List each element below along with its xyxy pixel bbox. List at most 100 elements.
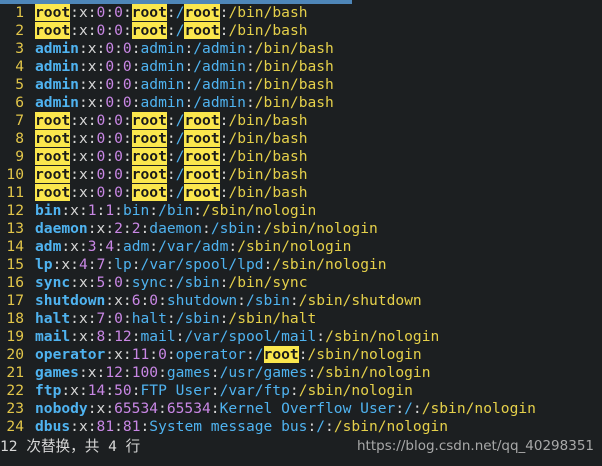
passwd-shell: /bin/bash bbox=[228, 148, 308, 165]
buffer-line[interactable]: 3 admin:x:0:0:admin:/admin:/bin/bash bbox=[0, 40, 602, 58]
field-separator: : bbox=[70, 184, 79, 201]
field-separator: : bbox=[412, 400, 422, 417]
line-number: 4 bbox=[15, 58, 24, 75]
field-separator: : bbox=[114, 418, 123, 435]
field-separator: : bbox=[149, 202, 159, 219]
buffer-line[interactable]: 15 lp:x:4:7:lp:/var/spool/lpd:/sbin/nolog… bbox=[0, 256, 602, 274]
passwd-shell: /sbin/nologin bbox=[307, 346, 422, 363]
passwd-home: /root bbox=[176, 130, 220, 147]
field-separator: : bbox=[193, 202, 203, 219]
buffer-line[interactable]: 19 mail:x:8:12:mail:/var/spool/mail:/sbin… bbox=[0, 328, 602, 346]
passwd-home: /bin bbox=[158, 202, 194, 219]
field-separator: : bbox=[166, 148, 176, 165]
buffer-line[interactable]: 11 root:x:0:0:root:/root:/bin/bash bbox=[0, 184, 602, 202]
line-number: 3 bbox=[15, 40, 24, 57]
field-separator: : bbox=[114, 238, 123, 255]
passwd-uid: 0 bbox=[105, 58, 115, 75]
passwd-username: root bbox=[35, 4, 71, 21]
passwd-gid: 65534 bbox=[166, 400, 211, 417]
buffer-line[interactable]: 24 dbus:x:81:81:System message bus:/:/sbi… bbox=[0, 418, 602, 436]
passwd-shell: /bin/bash bbox=[254, 58, 334, 75]
passwd-username: games bbox=[35, 364, 79, 381]
buffer-line[interactable]: 16 sync:x:5:0:sync:/sbin:/bin/sync bbox=[0, 274, 602, 292]
buffer-line[interactable]: 22 ftp:x:14:50:FTP User:/var/ftp:/sbin/no… bbox=[0, 382, 602, 400]
passwd-gecos: System message bus bbox=[149, 418, 308, 435]
passwd-shell: /sbin/nologin bbox=[333, 418, 449, 435]
passwd-gid: 0 bbox=[149, 292, 159, 309]
vim-editor-buffer[interactable]: 1 root:x:0:0:root:/root:/bin/bash 2 root:x:… bbox=[0, 4, 602, 436]
buffer-line[interactable]: 5 admin:x:0:0:admin:/admin:/bin/bash bbox=[0, 76, 602, 94]
field-separator: : bbox=[114, 40, 123, 57]
field-separator: : bbox=[166, 184, 176, 201]
buffer-line[interactable]: 1 root:x:0:0:root:/root:/bin/bash bbox=[0, 4, 602, 22]
passwd-shell: /sbin/nologin bbox=[263, 220, 378, 237]
line-number: 5 bbox=[15, 76, 24, 93]
field-separator: : bbox=[325, 418, 334, 435]
passwd-home: /var/ftp bbox=[219, 382, 290, 399]
buffer-line[interactable]: 7 root:x:0:0:root:/root:/bin/bash bbox=[0, 112, 602, 130]
field-separator: : bbox=[105, 328, 115, 345]
field-separator: : bbox=[245, 40, 255, 57]
passwd-username: dbus bbox=[35, 418, 71, 435]
buffer-line[interactable]: 18 halt:x:7:0:halt:/sbin:/sbin/halt bbox=[0, 310, 602, 328]
passwd-gecos: shutdown bbox=[166, 292, 238, 309]
passwd-gid: 4 bbox=[105, 238, 115, 255]
field-separator: : bbox=[237, 292, 246, 309]
buffer-line[interactable]: 17 shutdown:x:6:0:shutdown:/sbin:/sbin/sh… bbox=[0, 292, 602, 310]
buffer-line[interactable]: 4 admin:x:0:0:admin:/admin:/bin/bash bbox=[0, 58, 602, 76]
passwd-username: admin bbox=[35, 94, 79, 111]
field-separator: : bbox=[122, 220, 132, 237]
buffer-line[interactable]: 2 root:x:0:0:root:/root:/bin/bash bbox=[0, 22, 602, 40]
field-separator: : bbox=[87, 4, 97, 21]
line-number: 23 bbox=[6, 400, 24, 417]
passwd-password: x bbox=[78, 166, 88, 183]
field-separator: : bbox=[131, 94, 141, 111]
field-separator: : bbox=[96, 364, 106, 381]
passwd-gecos: admin bbox=[140, 40, 185, 57]
line-number: 18 bbox=[6, 310, 24, 327]
passwd-gecos: operator bbox=[175, 346, 246, 363]
field-separator: : bbox=[70, 4, 79, 21]
buffer-line[interactable]: 23 nobody:x:65534:65534:Kernel Overflow U… bbox=[0, 400, 602, 418]
field-separator: : bbox=[96, 76, 106, 93]
passwd-shell: /sbin/nologin bbox=[421, 400, 536, 417]
field-separator: : bbox=[61, 238, 71, 255]
passwd-home: /admin bbox=[193, 40, 246, 57]
passwd-gecos: mail bbox=[140, 328, 176, 345]
field-separator: : bbox=[70, 328, 79, 345]
passwd-password: x bbox=[78, 130, 88, 147]
passwd-password: x bbox=[78, 112, 88, 129]
passwd-username: shutdown bbox=[35, 292, 106, 309]
field-separator: : bbox=[149, 238, 159, 255]
field-separator: : bbox=[122, 364, 132, 381]
buffer-line[interactable]: 9 root:x:0:0:root:/root:/bin/bash bbox=[0, 148, 602, 166]
passwd-home: /admin bbox=[193, 94, 246, 111]
passwd-gid: 0 bbox=[114, 148, 123, 165]
home-highlighted-term: root bbox=[184, 166, 220, 183]
buffer-line[interactable]: 6 admin:x:0:0:admin:/admin:/bin/bash bbox=[0, 94, 602, 112]
buffer-line[interactable]: 8 root:x:0:0:root:/root:/bin/bash bbox=[0, 130, 602, 148]
buffer-line[interactable]: 10 root:x:0:0:root:/root:/bin/bash bbox=[0, 166, 602, 184]
buffer-line[interactable]: 14 adm:x:3:4:adm:/var/adm:/sbin/nologin bbox=[0, 238, 602, 256]
passwd-password: x bbox=[70, 382, 79, 399]
passwd-username: root bbox=[35, 184, 71, 201]
field-separator: : bbox=[87, 256, 97, 273]
buffer-line[interactable]: 21 games:x:12:100:games:/usr/games:/sbin/… bbox=[0, 364, 602, 382]
field-separator: : bbox=[114, 76, 123, 93]
buffer-line[interactable]: 12 bin:x:1:1:bin:/bin:/sbin/nologin bbox=[0, 202, 602, 220]
field-separator: : bbox=[245, 58, 255, 75]
field-separator: : bbox=[87, 148, 97, 165]
passwd-shell: /bin/bash bbox=[228, 22, 308, 39]
passwd-home: /usr/games bbox=[219, 364, 308, 381]
field-separator: : bbox=[254, 220, 264, 237]
field-separator: : bbox=[158, 292, 167, 309]
buffer-line[interactable]: 20 operator:x:11:0:operator:/root:/sbin/n… bbox=[0, 346, 602, 364]
field-separator: : bbox=[184, 58, 194, 75]
field-separator: : bbox=[184, 40, 194, 57]
passwd-uid: 12 bbox=[105, 364, 123, 381]
buffer-line[interactable]: 13 daemon:x:2:2:daemon:/sbin:/sbin/nologi… bbox=[0, 220, 602, 238]
field-separator: : bbox=[228, 238, 238, 255]
passwd-uid: 65534 bbox=[114, 400, 159, 417]
field-separator: : bbox=[70, 22, 79, 39]
field-separator: : bbox=[131, 58, 141, 75]
